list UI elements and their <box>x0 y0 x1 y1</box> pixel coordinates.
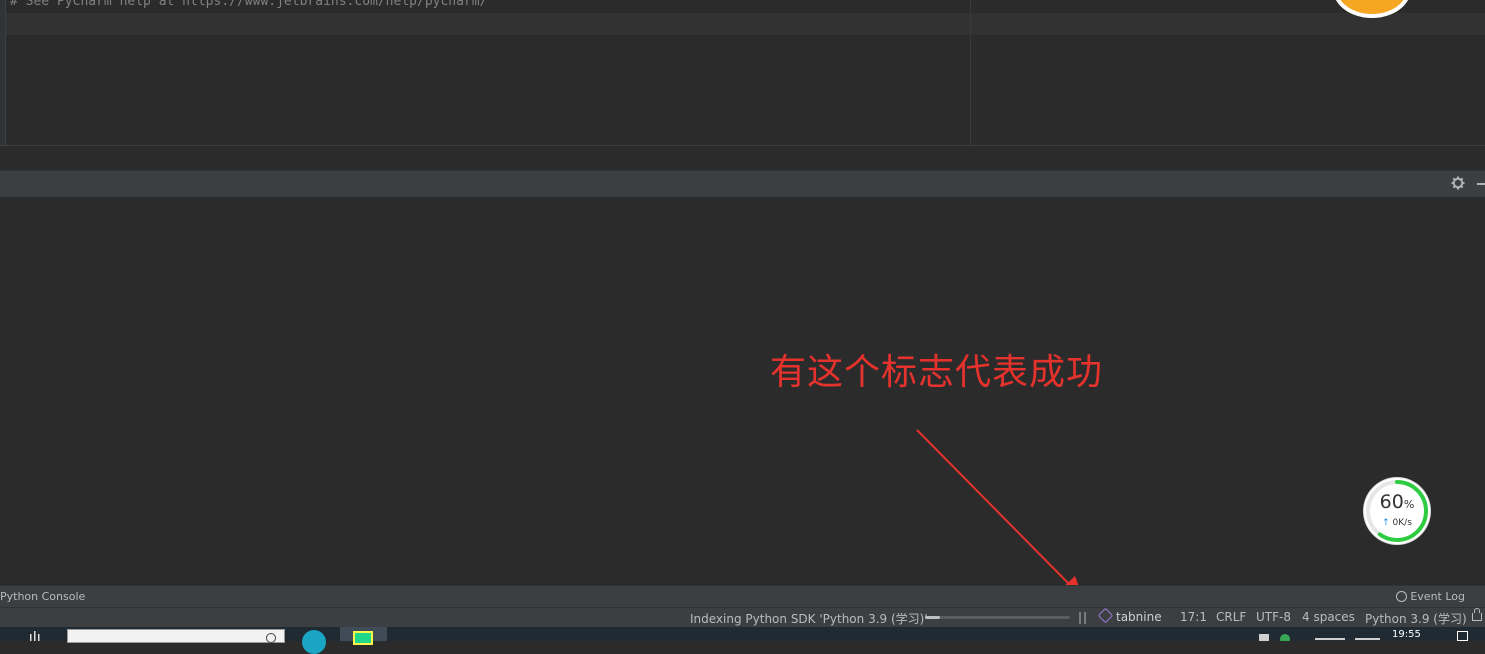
event-log-label: Event Log <box>1410 590 1465 603</box>
indent-setting[interactable]: 4 spaces <box>1302 610 1355 624</box>
taskbar-clock[interactable]: 19:55 <box>1392 629 1421 640</box>
network-speed-widget[interactable]: 60% ↑ 0K/s <box>1364 478 1430 544</box>
lock-icon[interactable] <box>1472 608 1482 621</box>
bottom-tool-stripe: Python Console Event Log <box>0 585 1485 608</box>
pycharm-taskbar-button[interactable] <box>340 627 387 645</box>
tabnine-label: tabnine <box>1116 610 1162 624</box>
tabnine-widget[interactable]: tabnine <box>1097 607 1162 624</box>
tabnine-icon <box>1097 607 1114 624</box>
indexing-progress-bar <box>925 616 1070 619</box>
upload-arrow-icon: ↑ <box>1382 518 1390 528</box>
pycharm-icon <box>353 631 373 645</box>
pause-icon[interactable] <box>1079 612 1088 624</box>
speed-rate: ↑ 0K/s <box>1382 518 1412 528</box>
task-view-icon[interactable] <box>28 631 48 641</box>
browser-taskbar-icon[interactable] <box>302 630 326 654</box>
notification-icon[interactable] <box>1457 631 1468 641</box>
search-icon <box>266 633 276 643</box>
status-bar: Indexing Python SDK 'Python 3.9 (学习)' ta… <box>0 607 1485 628</box>
event-log-button[interactable]: Event Log <box>1396 590 1465 603</box>
python-interpreter[interactable]: Python 3.9 (学习) <box>1365 610 1467 627</box>
windows-taskbar: 19:55 <box>0 627 1485 654</box>
file-encoding[interactable]: UTF-8 <box>1256 610 1291 624</box>
annotation-arrow <box>916 429 1084 600</box>
system-tray-icons[interactable] <box>1255 632 1455 641</box>
python-console-tab[interactable]: Python Console <box>0 590 85 603</box>
line-separator[interactable]: CRLF <box>1216 610 1246 624</box>
speed-percent: 60% <box>1379 491 1415 513</box>
indexing-status[interactable]: Indexing Python SDK 'Python 3.9 (学习)' <box>690 610 928 627</box>
event-log-icon <box>1396 591 1408 602</box>
caret-position[interactable]: 17:1 <box>1180 610 1207 624</box>
